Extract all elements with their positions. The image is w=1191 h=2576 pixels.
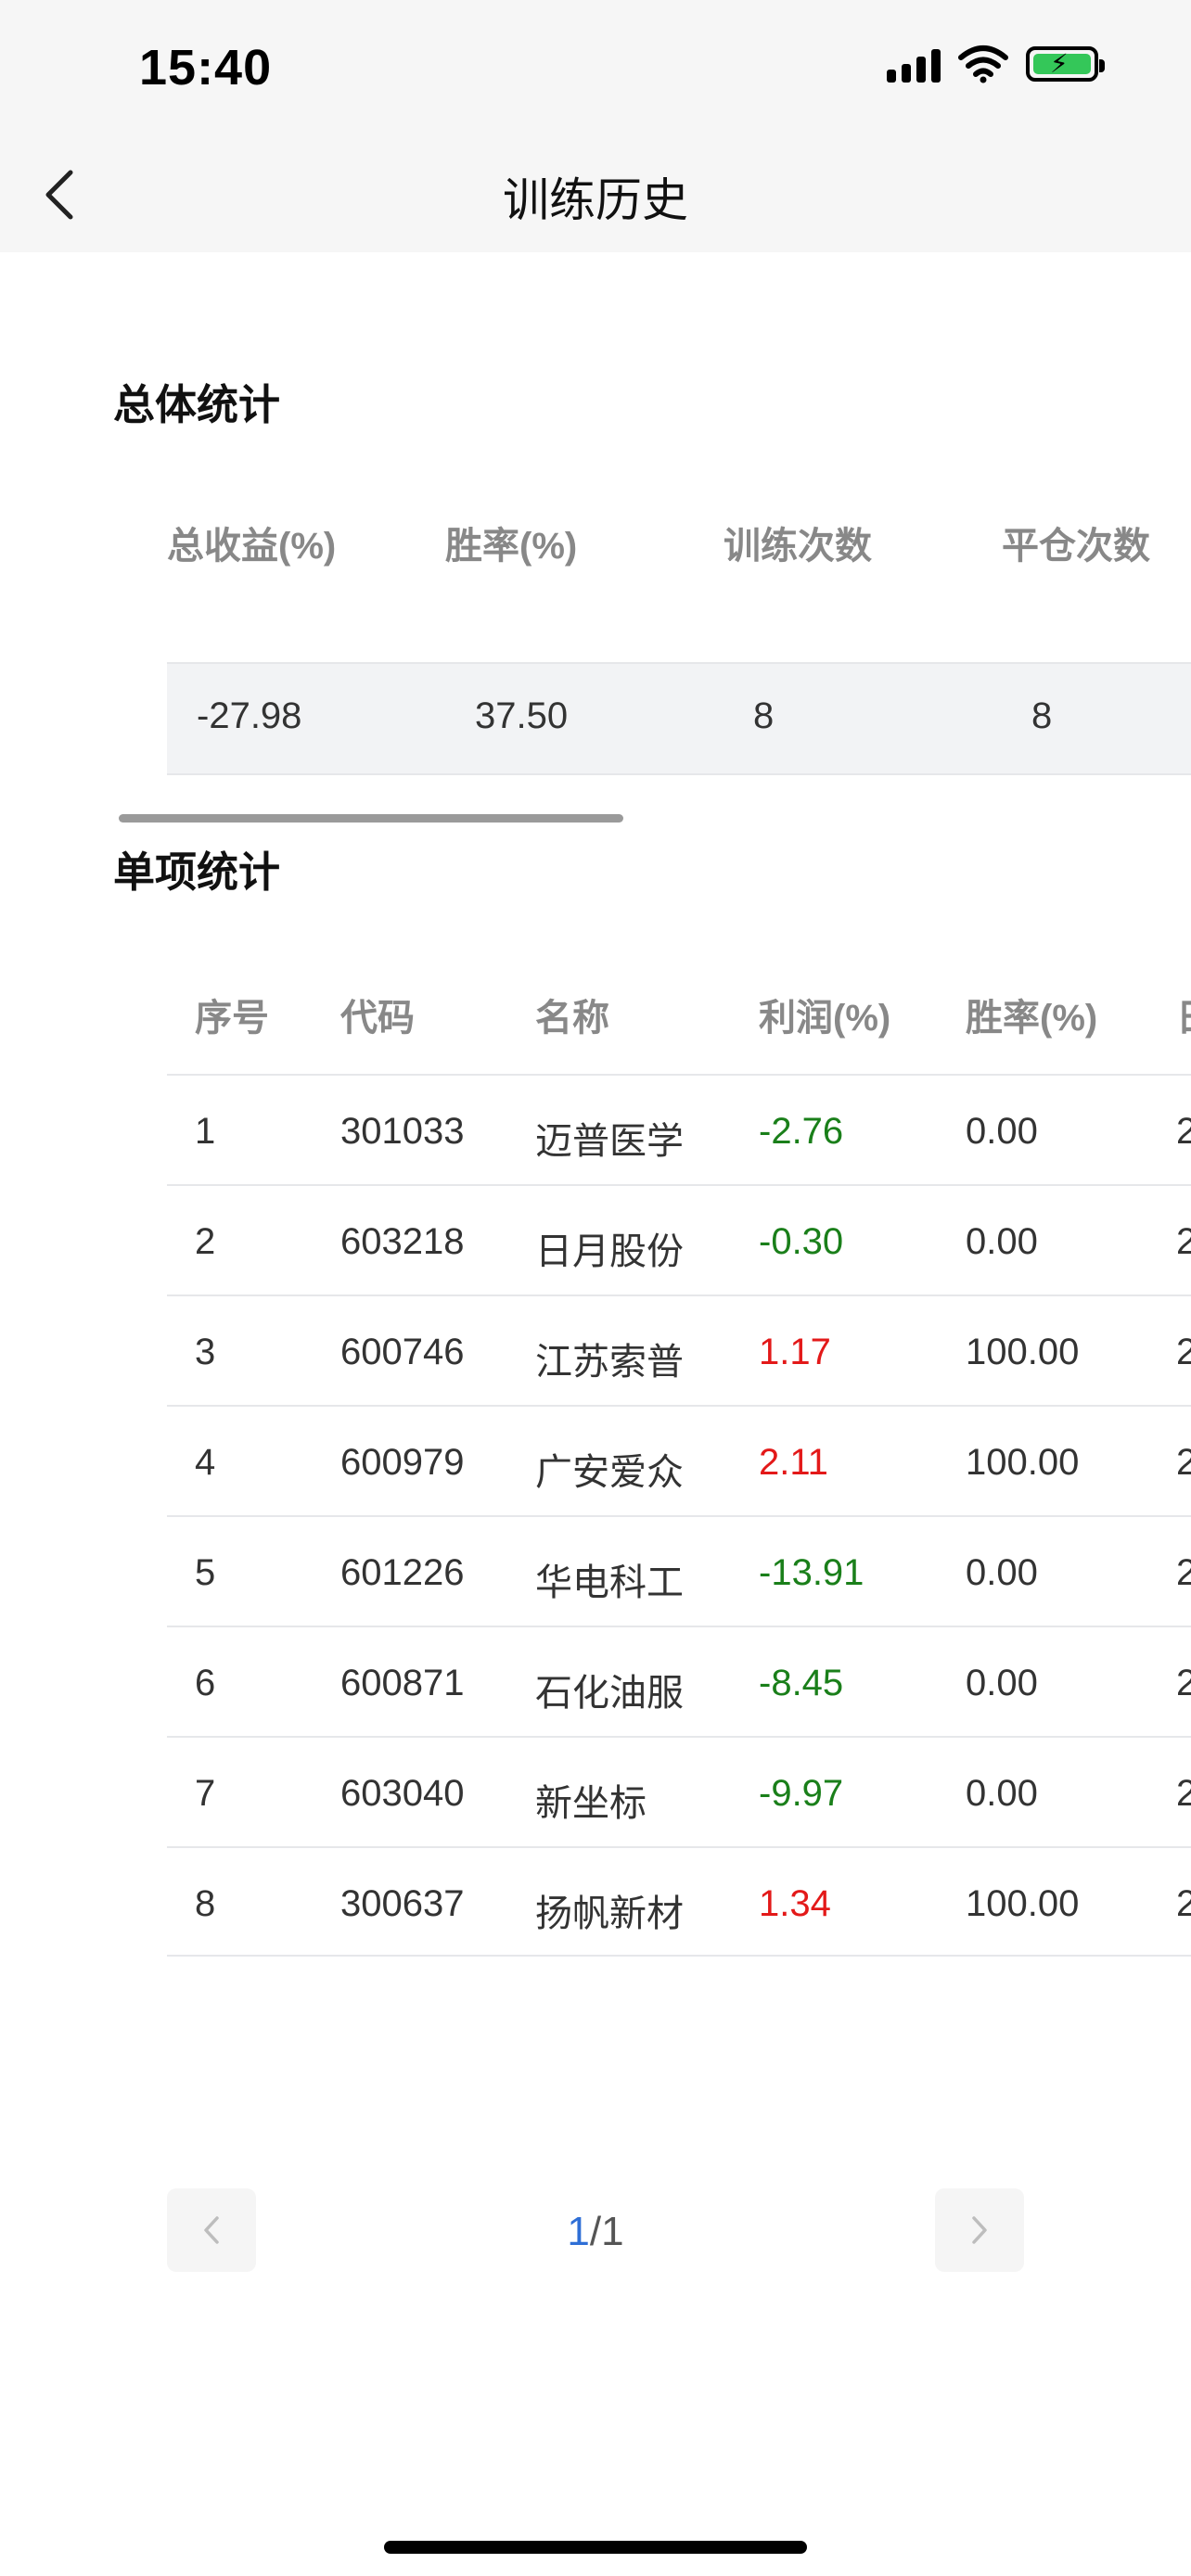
cell-name: 石化油服 bbox=[535, 1673, 684, 1714]
header-training-count: 训练次数 bbox=[724, 526, 872, 567]
home-indicator[interactable] bbox=[384, 2541, 807, 2554]
value-close-count: 8 bbox=[1031, 695, 1053, 736]
cell-name: 新坐标 bbox=[535, 1783, 647, 1824]
next-page-button[interactable] bbox=[935, 2188, 1024, 2272]
cell-profit: -13.91 bbox=[759, 1552, 864, 1593]
overall-stats-header: 总收益(%) 胜率(%) 训练次数 平仓次数 bbox=[167, 516, 1191, 569]
cell-win-rate: 0.00 bbox=[966, 1221, 1038, 1262]
header-close-count: 平仓次数 bbox=[1002, 526, 1150, 567]
cell-profit: -2.76 bbox=[759, 1111, 844, 1152]
single-stats-table: 1 301033 迈普医学 -2.76 0.00 2 2 603218 日月股份 -0.30 0.0… bbox=[167, 1074, 1191, 1957]
cell-profit: 2.11 bbox=[759, 1442, 828, 1483]
table-row: 4 600979 广安爱众 2.11 100.00 2 bbox=[167, 1405, 1191, 1515]
cell-date: 2 bbox=[1176, 1111, 1191, 1152]
header-profit: 利润(%) bbox=[759, 998, 891, 1039]
cell-date: 2 bbox=[1176, 1332, 1191, 1372]
cell-profit: -9.97 bbox=[759, 1773, 844, 1814]
total-pages: 1 bbox=[601, 2209, 624, 2254]
cell-index: 5 bbox=[195, 1552, 216, 1593]
header-win-rate: 胜率(%) bbox=[445, 526, 578, 567]
table-row: 7 603040 新坐标 -9.97 0.00 2 bbox=[167, 1736, 1191, 1846]
value-training-count: 8 bbox=[753, 695, 775, 736]
cell-date: 2 bbox=[1176, 1221, 1191, 1262]
cell-date: 2 bbox=[1176, 1552, 1191, 1593]
cell-index: 3 bbox=[195, 1332, 216, 1372]
table-row: 3 600746 江苏索普 1.17 100.00 2 bbox=[167, 1294, 1191, 1405]
chevron-right-icon bbox=[972, 2216, 987, 2244]
cell-win-rate: 0.00 bbox=[966, 1111, 1038, 1152]
cell-win-rate: 100.00 bbox=[966, 1332, 1080, 1372]
current-page: 1 bbox=[567, 2209, 590, 2254]
cell-name: 迈普医学 bbox=[535, 1121, 684, 1162]
table-row: 6 600871 石化油服 -8.45 0.00 2 bbox=[167, 1626, 1191, 1736]
cell-index: 7 bbox=[195, 1773, 216, 1814]
table-row: 5 601226 华电科工 -13.91 0.00 2 bbox=[167, 1515, 1191, 1626]
table-row: 2 603218 日月股份 -0.30 0.00 2 bbox=[167, 1184, 1191, 1294]
value-total-return: -27.98 bbox=[197, 695, 302, 736]
cell-win-rate: 100.00 bbox=[966, 1883, 1080, 1924]
cell-code: 603040 bbox=[340, 1773, 465, 1814]
cell-date: 2 bbox=[1176, 1773, 1191, 1814]
cell-date: 2 bbox=[1176, 1442, 1191, 1483]
header-total-return: 总收益(%) bbox=[167, 526, 337, 567]
table-row: 1 301033 迈普医学 -2.76 0.00 2 bbox=[167, 1074, 1191, 1184]
cell-code: 600871 bbox=[340, 1663, 465, 1703]
cell-code: 301033 bbox=[340, 1111, 465, 1152]
header-code: 代码 bbox=[340, 998, 415, 1039]
cell-date: 2 bbox=[1176, 1663, 1191, 1703]
cell-win-rate: 0.00 bbox=[966, 1663, 1038, 1703]
cell-name: 华电科工 bbox=[535, 1562, 684, 1603]
overall-stats-values: -27.98 37.50 8 8 bbox=[197, 695, 1191, 737]
cellular-signal-icon bbox=[887, 45, 941, 83]
cell-code: 600746 bbox=[340, 1332, 465, 1372]
horizontal-scrollbar[interactable] bbox=[119, 814, 623, 823]
cell-date: 2 bbox=[1176, 1883, 1191, 1924]
status-time: 15:40 bbox=[139, 40, 273, 96]
cell-profit: 1.34 bbox=[759, 1883, 831, 1924]
cell-name: 日月股份 bbox=[535, 1231, 684, 1272]
cell-index: 4 bbox=[195, 1442, 216, 1483]
header-name: 名称 bbox=[535, 998, 609, 1039]
cell-index: 2 bbox=[195, 1221, 216, 1262]
cell-index: 1 bbox=[195, 1111, 216, 1152]
cell-win-rate: 0.00 bbox=[966, 1552, 1038, 1593]
overall-stats-title: 总体统计 bbox=[113, 381, 281, 428]
cell-profit: -8.45 bbox=[759, 1663, 844, 1703]
cell-win-rate: 100.00 bbox=[966, 1442, 1080, 1483]
cell-code: 601226 bbox=[340, 1552, 465, 1593]
cell-index: 6 bbox=[195, 1663, 216, 1703]
page-separator: / bbox=[589, 2209, 602, 2254]
wifi-icon bbox=[958, 45, 1008, 83]
page-title: 训练历史 bbox=[503, 174, 688, 226]
table-row: 8 300637 扬帆新材 1.34 100.00 2 bbox=[167, 1846, 1191, 1957]
top-bar: 15:40 ⚡ 训练历史 bbox=[0, 0, 1191, 252]
cell-profit: 1.17 bbox=[759, 1332, 831, 1372]
cell-code: 600979 bbox=[340, 1442, 465, 1483]
cell-win-rate: 0.00 bbox=[966, 1773, 1038, 1814]
cell-code: 603218 bbox=[340, 1221, 465, 1262]
header-date: 日 bbox=[1176, 988, 1191, 1041]
cell-name: 广安爱众 bbox=[535, 1452, 684, 1493]
battery-charging-icon: ⚡ bbox=[1026, 46, 1105, 82]
header-win-rate: 胜率(%) bbox=[966, 998, 1098, 1039]
cell-index: 8 bbox=[195, 1883, 216, 1924]
cell-name: 江苏索普 bbox=[535, 1342, 684, 1383]
value-win-rate: 37.50 bbox=[475, 695, 569, 736]
cell-name: 扬帆新材 bbox=[535, 1894, 684, 1934]
single-stats-title: 单项统计 bbox=[113, 848, 281, 896]
header-index: 序号 bbox=[195, 998, 269, 1039]
cell-code: 300637 bbox=[340, 1883, 465, 1924]
cell-profit: -0.30 bbox=[759, 1221, 844, 1262]
status-icons: ⚡ bbox=[887, 45, 1105, 83]
